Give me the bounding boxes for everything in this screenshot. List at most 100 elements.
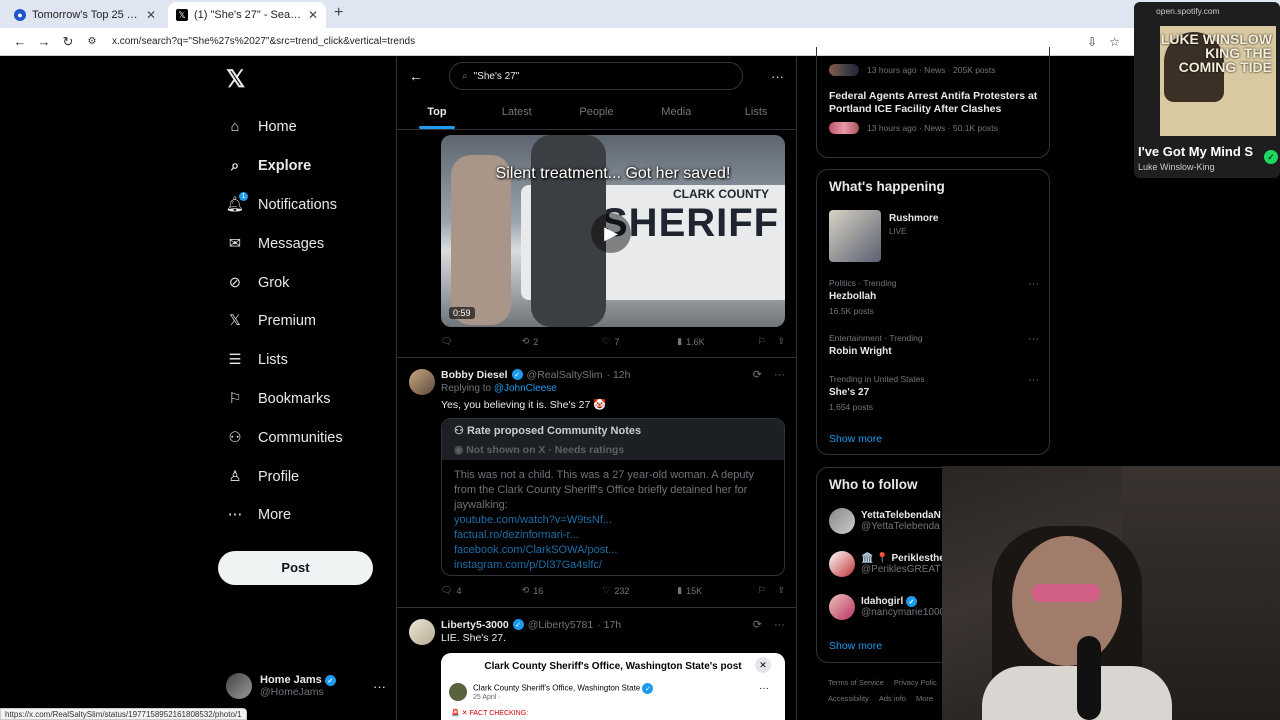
live-item[interactable]: Rushmore LIVE: [829, 210, 938, 262]
note-link[interactable]: facebook.com/ClarkSOWA/post...: [454, 543, 772, 558]
footer-link[interactable]: Terms of Service: [828, 678, 884, 687]
views-button[interactable]: ▮ 15K: [677, 585, 758, 596]
search-input[interactable]: ⌕ "She's 27": [449, 62, 743, 90]
tweet-time[interactable]: · 17h: [597, 619, 621, 631]
share-button[interactable]: ⇪: [777, 336, 785, 347]
more-icon[interactable]: ···: [1028, 333, 1039, 345]
avatar[interactable]: [409, 369, 435, 395]
close-icon[interactable]: ✕: [755, 657, 771, 673]
note-link[interactable]: instagram.com/p/DI37Ga4slfc/: [454, 558, 772, 573]
footer-link[interactable]: More: [916, 694, 933, 703]
like-button[interactable]: ♡ 7: [602, 336, 677, 347]
views-button[interactable]: ▮ 1.6K: [677, 336, 758, 347]
play-icon[interactable]: ▶: [591, 213, 631, 253]
news-item[interactable]: 13 hours ago · News · 205K posts: [829, 64, 996, 76]
browser-tab-2[interactable]: 𝕏 (1) "She's 27" - Search / X ✕: [168, 2, 326, 28]
show-more-link[interactable]: Show more: [829, 640, 882, 652]
reply-button[interactable]: 🗨︎: [441, 336, 522, 347]
new-tab-icon[interactable]: +: [334, 4, 343, 22]
post-button[interactable]: Post: [218, 550, 373, 585]
saved-check-icon[interactable]: ✓: [1264, 150, 1278, 164]
news-item-title[interactable]: Federal Agents Arrest Antifa Protesters …: [829, 90, 1041, 116]
grok-icon[interactable]: ⟳: [753, 368, 762, 381]
live-thumbnail: [829, 210, 881, 262]
nav-lists[interactable]: ☰ Lists: [218, 341, 388, 380]
bookmark-star-icon[interactable]: ☆: [1109, 35, 1120, 49]
webcam-person-glasses: [1032, 584, 1100, 602]
reload-icon[interactable]: ↻: [56, 34, 80, 50]
more-icon[interactable]: ···: [373, 679, 386, 694]
nav-notifications[interactable]: 🔔︎ 1 Notifications: [218, 186, 388, 225]
footer-link[interactable]: Privacy Polic: [894, 678, 937, 687]
like-button[interactable]: ♡ 232: [602, 585, 677, 596]
nav-messages[interactable]: ✉ Messages: [218, 224, 388, 263]
note-link[interactable]: youtube.com/watch?v=W9tsNf...: [454, 513, 772, 528]
forward-icon[interactable]: →: [32, 34, 56, 49]
footer-link[interactable]: Ads info: [879, 694, 906, 703]
site-info-icon[interactable]: ⚙: [80, 36, 104, 47]
avatar[interactable]: [409, 619, 435, 645]
tab-media[interactable]: Media: [636, 95, 716, 129]
back-arrow-icon[interactable]: ←: [409, 68, 439, 84]
nav-grok[interactable]: ⊘ Grok: [218, 263, 388, 302]
install-icon[interactable]: ⇩: [1087, 35, 1097, 49]
trend-item[interactable]: Trending in United States She's 27 1,654…: [829, 374, 1039, 412]
webcam-overlay: [942, 466, 1280, 720]
nav-more[interactable]: ⋯ More: [218, 496, 388, 535]
more-icon[interactable]: ···: [1028, 278, 1039, 290]
tweet-time[interactable]: · 12h: [607, 369, 631, 381]
envelope-icon: ✉: [228, 235, 242, 252]
footer-links: Accessibility Ads info More: [828, 694, 933, 703]
footer-link[interactable]: Accessibility: [828, 694, 869, 703]
person-icon: ♙: [228, 468, 242, 485]
trend-item[interactable]: Entertainment · Trending Robin Wright ··…: [829, 333, 1039, 361]
embedded-post-image[interactable]: Clark County Sheriff's Office, Washingto…: [441, 653, 785, 720]
author-name[interactable]: Bobby Diesel: [441, 369, 508, 381]
note-header: ⚇ Rate proposed Community Notes ◉ Not sh…: [442, 419, 784, 460]
bookmark-button[interactable]: ⚐: [758, 585, 778, 596]
spotify-source: open.spotify.com: [1156, 6, 1220, 16]
reply-icon: 🗨︎: [441, 336, 453, 346]
tab-latest[interactable]: Latest: [477, 95, 557, 129]
share-button[interactable]: ⇪: [777, 585, 785, 596]
repost-button[interactable]: ⟲ 16: [522, 585, 603, 596]
reply-target-link[interactable]: @JohnCleese: [494, 383, 557, 394]
close-tab-icon[interactable]: ✕: [146, 8, 156, 22]
close-tab-icon[interactable]: ✕: [308, 8, 318, 22]
more-icon[interactable]: ···: [774, 369, 785, 381]
url-field[interactable]: x.com/search?q="She%27s%2027"&src=trend_…: [112, 36, 1087, 47]
nav-explore[interactable]: ⌕ Explore: [218, 147, 388, 186]
trend-item[interactable]: Politics · Trending Hezbollah 16.5K post…: [829, 278, 1039, 316]
tab-top[interactable]: Top: [397, 95, 477, 129]
grok-icon[interactable]: ⟳: [753, 618, 762, 631]
author-name[interactable]: Liberty5-3000: [441, 619, 509, 631]
account-switcher[interactable]: Home Jams ✓ @HomeJams ···: [226, 673, 386, 699]
show-more-link[interactable]: Show more: [829, 433, 882, 445]
nav-communities[interactable]: ⚇ Communities: [218, 418, 388, 457]
x-logo-icon[interactable]: 𝕏: [226, 65, 388, 94]
bookmark-button[interactable]: ⚐: [758, 336, 778, 347]
nav-profile[interactable]: ♙ Profile: [218, 457, 388, 496]
reply-button[interactable]: 🗨︎ 4: [441, 585, 522, 596]
browser-tab-1[interactable]: ● Tomorrow's Top 25 Today proje ✕: [6, 2, 164, 28]
more-icon[interactable]: ···: [771, 69, 784, 84]
search-header: ← ⌕ "She's 27" ···: [397, 57, 796, 95]
verified-icon: ✓: [511, 369, 523, 380]
community-note[interactable]: ⚇ Rate proposed Community Notes ◉ Not sh…: [441, 418, 785, 576]
nav-home[interactable]: ⌂ Home: [218, 108, 388, 147]
back-icon[interactable]: ←: [8, 34, 32, 49]
tab-lists[interactable]: Lists: [716, 95, 796, 129]
video-player[interactable]: CLARK COUNTY SHERIFF Silent treatment...…: [441, 135, 785, 327]
author-handle[interactable]: @Liberty5781: [528, 619, 594, 631]
note-link[interactable]: factual.ro/dezinformari-r...: [454, 528, 772, 543]
more-icon[interactable]: ···: [1028, 374, 1039, 386]
author-handle[interactable]: @RealSaltySlim: [527, 369, 603, 381]
nav-label: Messages: [258, 235, 325, 252]
nav-premium[interactable]: 𝕏 Premium: [218, 302, 388, 341]
spotify-miniplayer[interactable]: open.spotify.com LUKE WINSLOW KING THE C…: [1134, 2, 1280, 178]
more-icon[interactable]: ···: [774, 619, 785, 631]
nav-bookmarks[interactable]: ⚐ Bookmarks: [218, 380, 388, 419]
repost-button[interactable]: ⟲ 2: [522, 336, 603, 347]
tab-people[interactable]: People: [557, 95, 637, 129]
avatar: [829, 551, 855, 577]
